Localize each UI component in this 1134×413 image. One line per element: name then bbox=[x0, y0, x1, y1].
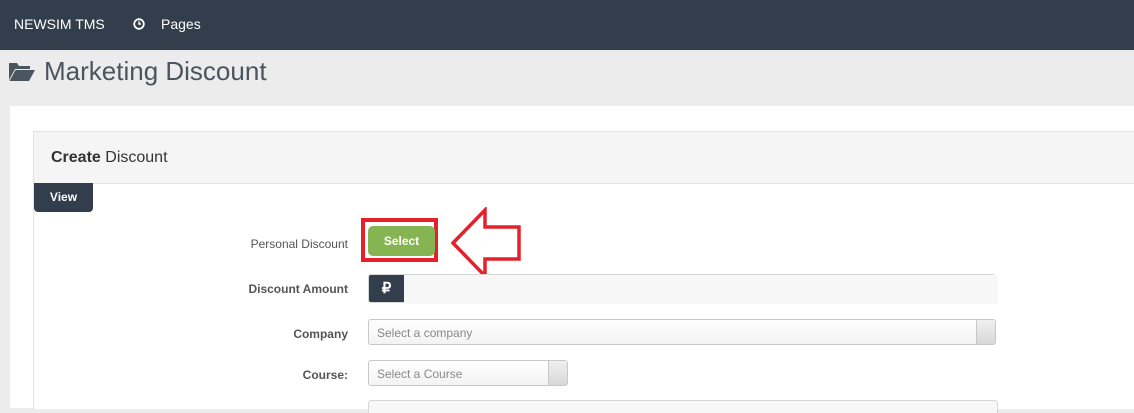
clock-icon bbox=[133, 18, 145, 30]
course-select-placeholder: Select a Course bbox=[377, 367, 463, 381]
company-select[interactable]: Select a company bbox=[368, 319, 996, 345]
annotation-arrow-icon bbox=[451, 207, 521, 279]
course-select[interactable]: Select a Course bbox=[368, 360, 568, 386]
discount-amount-input[interactable] bbox=[404, 275, 998, 304]
select-personal-discount-button[interactable]: Select bbox=[368, 226, 435, 256]
ruble-currency-icon: ₽ bbox=[369, 275, 404, 302]
folder-open-icon bbox=[9, 63, 35, 81]
panel-title: Create Discount bbox=[51, 149, 168, 167]
panel-title-rest: Discount bbox=[100, 149, 168, 166]
discount-amount-label: Discount Amount bbox=[248, 282, 348, 296]
personal-discount-label: Personal Discount bbox=[250, 237, 348, 251]
nav-pages-label: Pages bbox=[161, 16, 201, 32]
panel-title-bold: Create bbox=[51, 149, 101, 166]
page-title: Marketing Discount bbox=[44, 55, 267, 86]
brand-link[interactable]: NEWSIM TMS bbox=[14, 16, 105, 32]
view-button[interactable]: View bbox=[34, 183, 93, 212]
discount-amount-group: ₽ bbox=[368, 274, 998, 304]
nav-pages-link[interactable]: Pages bbox=[133, 16, 201, 32]
company-select-placeholder: Select a company bbox=[377, 326, 473, 340]
create-discount-panel: Create Discount View Personal Discount S… bbox=[33, 131, 1134, 413]
company-select-toggle[interactable] bbox=[976, 320, 995, 344]
page-header: Marketing Discount bbox=[8, 54, 267, 88]
next-field-partial[interactable] bbox=[368, 400, 998, 413]
course-label: Course: bbox=[302, 368, 348, 382]
panel-header: Create Discount bbox=[34, 132, 1134, 184]
top-navbar: NEWSIM TMS Pages bbox=[0, 0, 1134, 50]
course-select-toggle[interactable] bbox=[548, 361, 567, 385]
content-area: Create Discount View Personal Discount S… bbox=[10, 106, 1134, 413]
company-label: Company bbox=[293, 327, 348, 341]
